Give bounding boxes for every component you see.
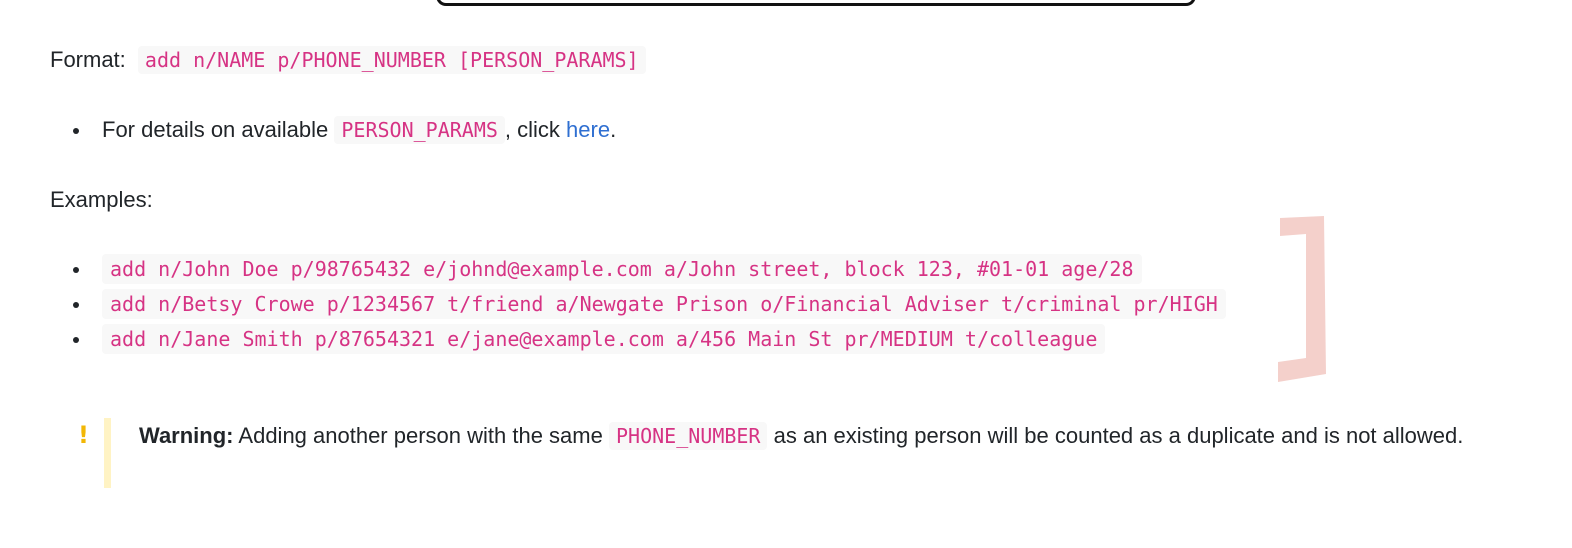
phone-number-code: PHONE_NUMBER: [608, 422, 768, 450]
format-label: Format:: [50, 47, 126, 72]
format-code: add n/NAME p/PHONE_NUMBER [PERSON_PARAMS…: [137, 46, 646, 74]
details-list: For details on available PERSON_PARAMS, …: [50, 115, 616, 145]
example-code: add n/Jane Smith p/87654321 e/jane@examp…: [102, 324, 1106, 354]
format-paragraph: Format: add n/NAME p/PHONE_NUMBER [PERSO…: [50, 45, 646, 75]
details-middle: , click: [504, 117, 560, 142]
example-code: add n/John Doe p/98765432 e/johnd@exampl…: [102, 254, 1142, 284]
details-prefix: For details on available: [102, 117, 329, 142]
warning-callout: ! Warning: Adding another person with th…: [78, 418, 1528, 488]
person-params-code: PERSON_PARAMS: [334, 116, 505, 144]
details-list-item: For details on available PERSON_PARAMS, …: [72, 115, 617, 145]
warning-accent-bar: [104, 418, 111, 488]
example-item: add n/Jane Smith p/87654321 e/jane@examp…: [73, 324, 1226, 359]
example-item: add n/John Doe p/98765432 e/johnd@exampl…: [73, 254, 1226, 289]
example-code: add n/Betsy Crowe p/1234567 t/friend a/N…: [102, 289, 1226, 319]
warning-text-after: as an existing person will be counted as…: [773, 423, 1464, 448]
screenshot-image-frame: [436, 0, 1196, 6]
warning-text: Warning: Adding another person with the …: [139, 418, 1528, 454]
exclamation-icon: !: [78, 421, 89, 449]
warning-title: Warning:: [139, 423, 234, 448]
examples-label: Examples:: [50, 187, 153, 212]
examples-list: add n/John Doe p/98765432 e/johnd@exampl…: [50, 254, 1226, 359]
details-suffix: .: [610, 117, 617, 142]
bracket-annotation-mark: [1278, 216, 1326, 382]
warning-text-before: Adding another person with the same: [238, 423, 603, 448]
example-item: add n/Betsy Crowe p/1234567 t/friend a/N…: [73, 289, 1226, 324]
here-link[interactable]: here: [566, 117, 610, 142]
